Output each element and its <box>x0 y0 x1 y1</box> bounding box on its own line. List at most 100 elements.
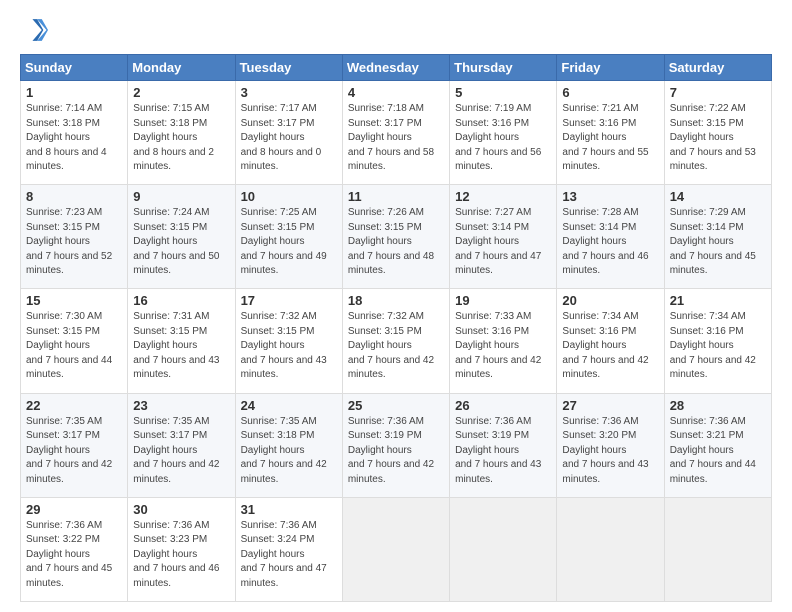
calendar-header-row: SundayMondayTuesdayWednesdayThursdayFrid… <box>21 55 772 81</box>
day-number: 23 <box>133 398 229 413</box>
day-number: 21 <box>670 293 766 308</box>
day-number: 25 <box>348 398 444 413</box>
day-info: Sunrise: 7:36 AMSunset: 3:20 PMDaylight … <box>562 416 648 485</box>
day-number: 5 <box>455 85 551 100</box>
day-info: Sunrise: 7:36 AMSunset: 3:21 PMDaylight … <box>670 416 756 485</box>
day-number: 24 <box>241 398 337 413</box>
day-number: 12 <box>455 189 551 204</box>
day-info: Sunrise: 7:36 AMSunset: 3:23 PMDaylight … <box>133 520 219 589</box>
day-info: Sunrise: 7:24 AMSunset: 3:15 PMDaylight … <box>133 207 219 276</box>
calendar-week-row: 1 Sunrise: 7:14 AMSunset: 3:18 PMDayligh… <box>21 81 772 185</box>
calendar-day-cell <box>664 497 771 601</box>
day-number: 13 <box>562 189 658 204</box>
calendar-week-row: 8 Sunrise: 7:23 AMSunset: 3:15 PMDayligh… <box>21 185 772 289</box>
day-info: Sunrise: 7:23 AMSunset: 3:15 PMDaylight … <box>26 207 112 276</box>
day-info: Sunrise: 7:36 AMSunset: 3:19 PMDaylight … <box>348 416 434 485</box>
calendar-day-cell: 9 Sunrise: 7:24 AMSunset: 3:15 PMDayligh… <box>128 185 235 289</box>
day-info: Sunrise: 7:35 AMSunset: 3:18 PMDaylight … <box>241 416 327 485</box>
page: SundayMondayTuesdayWednesdayThursdayFrid… <box>0 0 792 612</box>
day-number: 16 <box>133 293 229 308</box>
day-number: 9 <box>133 189 229 204</box>
calendar-week-row: 15 Sunrise: 7:30 AMSunset: 3:15 PMDaylig… <box>21 289 772 393</box>
day-info: Sunrise: 7:33 AMSunset: 3:16 PMDaylight … <box>455 311 541 380</box>
day-number: 30 <box>133 502 229 517</box>
day-info: Sunrise: 7:32 AMSunset: 3:15 PMDaylight … <box>241 311 327 380</box>
calendar-day-cell: 5 Sunrise: 7:19 AMSunset: 3:16 PMDayligh… <box>450 81 557 185</box>
calendar-day-cell: 29 Sunrise: 7:36 AMSunset: 3:22 PMDaylig… <box>21 497 128 601</box>
logo-icon <box>20 16 48 44</box>
calendar-day-cell: 25 Sunrise: 7:36 AMSunset: 3:19 PMDaylig… <box>342 393 449 497</box>
day-info: Sunrise: 7:36 AMSunset: 3:24 PMDaylight … <box>241 520 327 589</box>
day-number: 11 <box>348 189 444 204</box>
day-number: 3 <box>241 85 337 100</box>
calendar-day-header: Wednesday <box>342 55 449 81</box>
day-info: Sunrise: 7:17 AMSunset: 3:17 PMDaylight … <box>241 103 322 172</box>
calendar-day-cell: 10 Sunrise: 7:25 AMSunset: 3:15 PMDaylig… <box>235 185 342 289</box>
day-info: Sunrise: 7:27 AMSunset: 3:14 PMDaylight … <box>455 207 541 276</box>
day-info: Sunrise: 7:35 AMSunset: 3:17 PMDaylight … <box>133 416 219 485</box>
calendar-day-header: Thursday <box>450 55 557 81</box>
day-number: 1 <box>26 85 122 100</box>
day-number: 27 <box>562 398 658 413</box>
calendar-day-cell: 3 Sunrise: 7:17 AMSunset: 3:17 PMDayligh… <box>235 81 342 185</box>
calendar-day-cell: 2 Sunrise: 7:15 AMSunset: 3:18 PMDayligh… <box>128 81 235 185</box>
day-info: Sunrise: 7:26 AMSunset: 3:15 PMDaylight … <box>348 207 434 276</box>
day-info: Sunrise: 7:25 AMSunset: 3:15 PMDaylight … <box>241 207 327 276</box>
calendar-day-cell: 8 Sunrise: 7:23 AMSunset: 3:15 PMDayligh… <box>21 185 128 289</box>
calendar-day-cell: 13 Sunrise: 7:28 AMSunset: 3:14 PMDaylig… <box>557 185 664 289</box>
day-info: Sunrise: 7:34 AMSunset: 3:16 PMDaylight … <box>670 311 756 380</box>
calendar-day-cell: 6 Sunrise: 7:21 AMSunset: 3:16 PMDayligh… <box>557 81 664 185</box>
day-info: Sunrise: 7:14 AMSunset: 3:18 PMDaylight … <box>26 103 107 172</box>
day-number: 26 <box>455 398 551 413</box>
day-number: 14 <box>670 189 766 204</box>
day-info: Sunrise: 7:36 AMSunset: 3:19 PMDaylight … <box>455 416 541 485</box>
calendar-day-header: Sunday <box>21 55 128 81</box>
day-number: 8 <box>26 189 122 204</box>
calendar-day-cell: 26 Sunrise: 7:36 AMSunset: 3:19 PMDaylig… <box>450 393 557 497</box>
calendar-day-cell: 11 Sunrise: 7:26 AMSunset: 3:15 PMDaylig… <box>342 185 449 289</box>
calendar-day-cell <box>450 497 557 601</box>
calendar-day-cell: 14 Sunrise: 7:29 AMSunset: 3:14 PMDaylig… <box>664 185 771 289</box>
calendar-day-cell <box>342 497 449 601</box>
calendar-day-cell: 4 Sunrise: 7:18 AMSunset: 3:17 PMDayligh… <box>342 81 449 185</box>
calendar-day-header: Friday <box>557 55 664 81</box>
calendar-day-cell: 15 Sunrise: 7:30 AMSunset: 3:15 PMDaylig… <box>21 289 128 393</box>
calendar-day-cell: 31 Sunrise: 7:36 AMSunset: 3:24 PMDaylig… <box>235 497 342 601</box>
day-number: 4 <box>348 85 444 100</box>
day-info: Sunrise: 7:21 AMSunset: 3:16 PMDaylight … <box>562 103 648 172</box>
calendar-day-cell: 24 Sunrise: 7:35 AMSunset: 3:18 PMDaylig… <box>235 393 342 497</box>
day-info: Sunrise: 7:31 AMSunset: 3:15 PMDaylight … <box>133 311 219 380</box>
day-number: 18 <box>348 293 444 308</box>
calendar-day-cell: 18 Sunrise: 7:32 AMSunset: 3:15 PMDaylig… <box>342 289 449 393</box>
calendar-day-cell <box>557 497 664 601</box>
day-number: 31 <box>241 502 337 517</box>
day-info: Sunrise: 7:29 AMSunset: 3:14 PMDaylight … <box>670 207 756 276</box>
calendar-day-cell: 1 Sunrise: 7:14 AMSunset: 3:18 PMDayligh… <box>21 81 128 185</box>
calendar-day-cell: 20 Sunrise: 7:34 AMSunset: 3:16 PMDaylig… <box>557 289 664 393</box>
day-number: 17 <box>241 293 337 308</box>
day-number: 10 <box>241 189 337 204</box>
day-info: Sunrise: 7:28 AMSunset: 3:14 PMDaylight … <box>562 207 648 276</box>
logo <box>20 16 52 44</box>
calendar-table: SundayMondayTuesdayWednesdayThursdayFrid… <box>20 54 772 602</box>
calendar-day-cell: 21 Sunrise: 7:34 AMSunset: 3:16 PMDaylig… <box>664 289 771 393</box>
day-number: 2 <box>133 85 229 100</box>
day-info: Sunrise: 7:22 AMSunset: 3:15 PMDaylight … <box>670 103 756 172</box>
day-number: 20 <box>562 293 658 308</box>
day-info: Sunrise: 7:32 AMSunset: 3:15 PMDaylight … <box>348 311 434 380</box>
calendar-day-cell: 22 Sunrise: 7:35 AMSunset: 3:17 PMDaylig… <box>21 393 128 497</box>
calendar-day-header: Saturday <box>664 55 771 81</box>
calendar-day-cell: 12 Sunrise: 7:27 AMSunset: 3:14 PMDaylig… <box>450 185 557 289</box>
day-number: 6 <box>562 85 658 100</box>
day-number: 29 <box>26 502 122 517</box>
calendar-day-cell: 30 Sunrise: 7:36 AMSunset: 3:23 PMDaylig… <box>128 497 235 601</box>
calendar-day-cell: 28 Sunrise: 7:36 AMSunset: 3:21 PMDaylig… <box>664 393 771 497</box>
calendar-day-header: Tuesday <box>235 55 342 81</box>
day-info: Sunrise: 7:35 AMSunset: 3:17 PMDaylight … <box>26 416 112 485</box>
header <box>20 16 772 44</box>
day-info: Sunrise: 7:30 AMSunset: 3:15 PMDaylight … <box>26 311 112 380</box>
calendar-day-cell: 17 Sunrise: 7:32 AMSunset: 3:15 PMDaylig… <box>235 289 342 393</box>
calendar-day-cell: 23 Sunrise: 7:35 AMSunset: 3:17 PMDaylig… <box>128 393 235 497</box>
day-info: Sunrise: 7:34 AMSunset: 3:16 PMDaylight … <box>562 311 648 380</box>
day-number: 22 <box>26 398 122 413</box>
